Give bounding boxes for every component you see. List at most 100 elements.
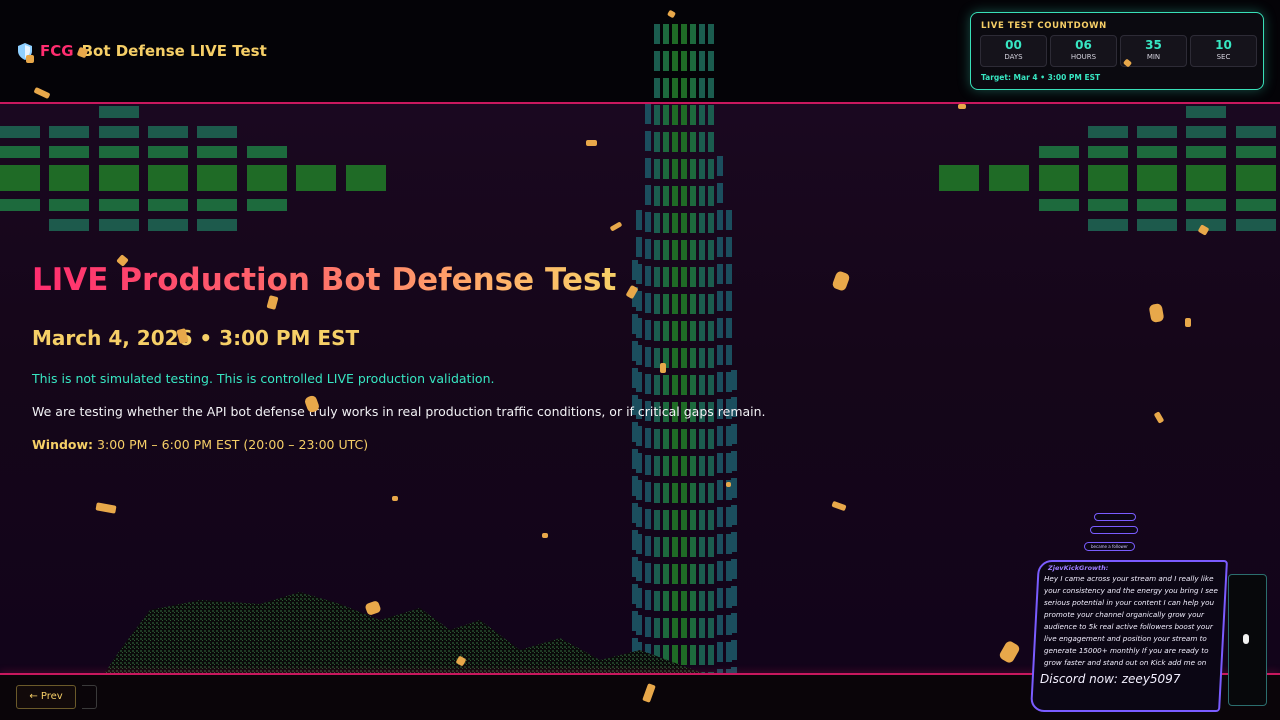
- tower-segment: [654, 240, 660, 260]
- tower-segment: [672, 375, 678, 395]
- tower-segment: [699, 78, 705, 98]
- tower-segment: [654, 51, 660, 71]
- tower-segment: [663, 24, 669, 44]
- tower-segment: [690, 78, 696, 98]
- tower-segment: [663, 483, 669, 503]
- tower-segment: [690, 483, 696, 503]
- tower-segment: [654, 483, 660, 503]
- countdown-value: 10: [1215, 38, 1232, 52]
- tower-segment: [717, 372, 723, 392]
- tower-segment: [699, 105, 705, 125]
- tower-segment: [690, 267, 696, 287]
- tower-segment: [663, 267, 669, 287]
- tower-segment: [699, 24, 705, 44]
- tower-segment: [632, 557, 638, 577]
- tower-segment: [717, 291, 723, 311]
- tower-segment: [690, 105, 696, 125]
- tower-segment: [663, 213, 669, 233]
- tower-segment: [690, 240, 696, 260]
- tower-segment: [708, 429, 714, 449]
- tower-segment: [708, 24, 714, 44]
- tower-segment: [663, 240, 669, 260]
- next-button-edge[interactable]: [82, 685, 97, 709]
- tower-segment: [699, 186, 705, 206]
- tower-segment: [645, 482, 651, 502]
- tower-segment: [681, 429, 687, 449]
- tower-segment: [699, 267, 705, 287]
- tower-segment: [699, 159, 705, 179]
- tower-segment: [699, 240, 705, 260]
- tower-segment: [681, 267, 687, 287]
- tower-segment: [654, 159, 660, 179]
- tower-segment: [726, 318, 732, 338]
- tower-segment: [645, 239, 651, 259]
- hill-silhouette: [100, 592, 720, 680]
- tower-segment: [645, 428, 651, 448]
- countdown-value: 06: [1075, 38, 1092, 52]
- tower-segment: [645, 104, 651, 124]
- tower-segment: [681, 348, 687, 368]
- tower-segment: [681, 105, 687, 125]
- tower-segment: [654, 564, 660, 584]
- tower-segment: [645, 158, 651, 178]
- tower-segment: [672, 213, 678, 233]
- tower-segment: [681, 321, 687, 341]
- tower-segment: [654, 429, 660, 449]
- tower-segment: [672, 348, 678, 368]
- tower-segment: [708, 375, 714, 395]
- tower-segment: [672, 564, 678, 584]
- tower-segment: [645, 293, 651, 313]
- tower-segment: [717, 156, 723, 176]
- tower-segment: [672, 51, 678, 71]
- tower-segment: [654, 267, 660, 287]
- countdown-label: SEC: [1216, 53, 1231, 61]
- tower-segment: [690, 564, 696, 584]
- tower-segment: [632, 422, 638, 442]
- tower-segment: [690, 321, 696, 341]
- tower-segment: [654, 213, 660, 233]
- chat-bubble-small: [1094, 513, 1136, 521]
- tower-segment: [699, 537, 705, 557]
- tower-segment: [632, 314, 638, 334]
- tower-segment: [699, 375, 705, 395]
- tower-segment: [672, 294, 678, 314]
- tower-segment: [690, 537, 696, 557]
- tower-segment: [731, 505, 737, 525]
- tower-segment: [717, 237, 723, 257]
- tower-segment: [681, 564, 687, 584]
- tower-segment: [699, 348, 705, 368]
- tower-segment: [717, 210, 723, 230]
- tower-segment: [708, 213, 714, 233]
- tower-segment: [708, 159, 714, 179]
- tower-segment: [708, 267, 714, 287]
- tower-segment: [663, 132, 669, 152]
- tower-segment: [717, 480, 723, 500]
- tower-segment: [681, 78, 687, 98]
- confetti-piece: [1185, 318, 1191, 327]
- tower-segment: [645, 455, 651, 475]
- tower-segment: [708, 456, 714, 476]
- tower-segment: [690, 348, 696, 368]
- tower-segment: [654, 510, 660, 530]
- tower-segment: [663, 51, 669, 71]
- prev-button[interactable]: ← Prev: [16, 685, 76, 709]
- tower-segment: [681, 537, 687, 557]
- countdown-target: Target: Mar 4 • 3:00 PM EST: [981, 73, 1101, 82]
- tower-segment: [708, 51, 714, 71]
- tower-segment: [699, 483, 705, 503]
- countdown-value: 35: [1145, 38, 1162, 52]
- scroll-thumb[interactable]: [1243, 634, 1249, 644]
- tower-segment: [663, 321, 669, 341]
- tower-segment: [699, 132, 705, 152]
- tower-segment: [690, 429, 696, 449]
- tower-segment: [672, 483, 678, 503]
- brand: FCG Bot Defense LIVE Test: [18, 42, 267, 60]
- tower-segment: [699, 294, 705, 314]
- tower-segment: [654, 456, 660, 476]
- chat-bubble-follower: became a follower: [1084, 542, 1135, 551]
- tower-segment: [699, 510, 705, 530]
- tower-segment: [654, 24, 660, 44]
- tower-segment: [645, 563, 651, 583]
- tower-segment: [708, 510, 714, 530]
- tower-segment: [717, 534, 723, 554]
